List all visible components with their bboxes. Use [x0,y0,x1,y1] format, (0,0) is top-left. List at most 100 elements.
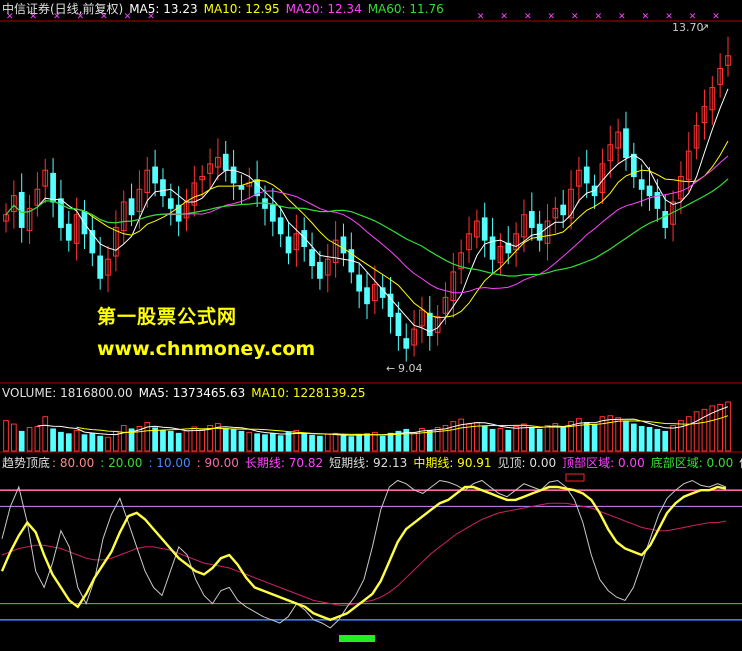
price-header: 中信证券(日线,前复权) MA5: 13.23 MA10: 12.95 MA20: 1… [2,2,450,16]
level-90-label: : 90.00 [196,456,239,470]
candle-body [638,179,645,190]
volume-bar [607,415,614,452]
volume-bar [50,428,56,452]
candle-body [301,230,308,248]
volume-bar [662,430,669,452]
volume-bar [65,433,72,452]
volume-bar [528,426,535,452]
volume-bar [458,418,465,452]
candle-body [152,166,158,184]
volume-bar [356,434,363,452]
volume-bar [583,422,590,452]
volume-bar [269,432,276,452]
top-zone-label: 顶部区域: 0.00 [562,456,645,470]
candle-body [560,204,567,216]
volume-bar [10,423,17,452]
candle-body [222,153,229,171]
indicator-pane[interactable] [0,479,742,629]
volume-bar [654,428,661,452]
volume-bar [513,426,519,452]
volume-bar [646,426,653,452]
candle-body [309,249,315,267]
ma5-label: MA5: 13.23 [129,2,198,16]
volume-bar [73,429,80,452]
volume-bar [160,429,166,452]
candle-body [167,198,174,209]
volume-bar [678,420,684,452]
volume-bar [466,423,472,452]
long-line-label: 长期线: 70.82 [244,456,324,470]
volume-bar [717,403,724,452]
stock-title: 中信证券(日线,前复权) [2,2,124,16]
volume-bar [230,429,237,452]
candle-body [395,312,402,336]
volume-bar [340,435,347,452]
volume-bar [615,417,621,452]
volume-bar [262,434,268,452]
level-80-label: : 80.00 [52,456,95,470]
volume-pane[interactable] [3,401,731,452]
volume-bar [18,430,25,452]
volume-bar [481,426,488,452]
candle-body [489,236,496,260]
volume-bar [89,432,96,452]
candle-body [317,261,323,279]
volume-bar [623,421,629,452]
candle-body [50,172,56,203]
candle-body [364,287,370,305]
volume-bar [560,426,567,452]
top-signal-marker [565,473,585,482]
volume-bar [167,430,174,452]
bottom-zone-label: 底部区域: 0.00 [650,456,734,470]
top-signal-label: 见顶: 0.00 [497,456,557,470]
candle-body [65,223,72,241]
volume-bar [97,435,104,452]
candle-body [97,255,104,279]
min-price-label: 9.04 [398,362,423,375]
volume-bar [725,401,731,452]
volume-bar [364,433,370,452]
volume-bar [246,431,253,452]
ma60-label: MA60: 11.76 [367,2,444,16]
volume-bar [254,433,260,452]
volume-bar [387,432,394,452]
candle-body [128,198,135,216]
volume-bar [120,425,127,452]
candle-body [481,217,488,241]
max-price-label: 13.70 [672,21,704,34]
candle-body [662,211,669,228]
watermark-title: 第一股票公式网 [97,306,238,328]
volume-bar [497,427,504,452]
candle-body [269,204,276,222]
volume-bar [175,432,182,452]
volume-bar [81,434,88,452]
stock-chart-window[interactable]: ✕ ✕ ✕ ✕ ✕ ✕ ✕ ✕ ✕ ✕ ✕ ✕ ✕ ✕ ✕ ✕ ✕ ✕ 13.70 9.04 ← ↗ 中信证券(日… [0,0,742,647]
volume-bar [222,427,229,452]
volume-bar [309,434,315,452]
volume-header: VOLUME: 1816800.00 MA5: 1373465.63 MA10: 1… [2,386,371,400]
volume-bar [630,423,637,452]
min-arrow-icon: ← [386,362,395,375]
volume-bar [34,426,41,452]
volume-bar [332,432,339,452]
candle-body [356,274,363,292]
ma10-line [76,140,729,319]
volume-bar [426,429,433,452]
mid-line-label: 中期线: 90.91 [413,456,492,470]
vol-ma10-line [76,415,729,436]
candle-body [583,166,590,184]
volume-bar [324,433,331,452]
volume-bar [685,416,692,452]
volume-bar [552,423,559,452]
candle-body [277,217,284,235]
candle-body [230,166,237,184]
volume-bar [3,420,9,452]
volume-bar [26,426,33,452]
indicator-title: 趋势顶底 [2,456,51,470]
bottom-signal-marker [339,635,375,642]
volume-bar [591,424,598,452]
volume-bar [544,425,551,452]
short-line-label: 短期线: 92.13 [329,456,408,470]
volume-bar [277,435,284,452]
volume-bar [317,435,323,452]
